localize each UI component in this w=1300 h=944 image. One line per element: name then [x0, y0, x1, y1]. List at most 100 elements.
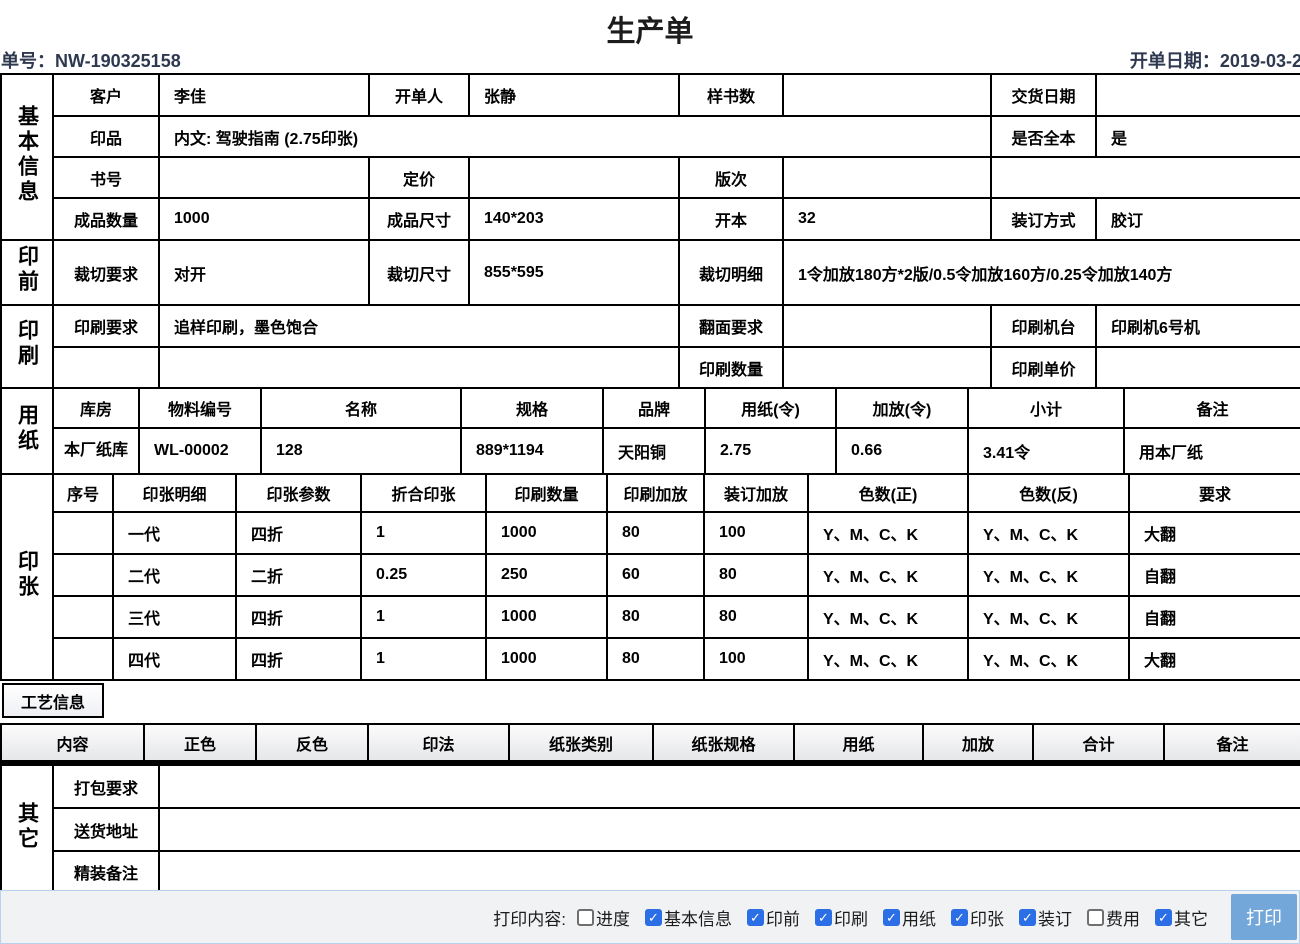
price-value [469, 157, 679, 198]
sheets-header-seq: 序号 [53, 474, 113, 512]
other-checkbox[interactable] [1155, 909, 1172, 926]
sheets-header-row: 印张 序号 印张明细 印张参数 折合印张 印刷数量 印刷加放 装订加放 色数(正… [1, 474, 1300, 512]
band-header-back-color: 反色 [256, 724, 368, 762]
sheets-table: 印张 序号 印张明细 印张参数 折合印张 印刷数量 印刷加放 装订加放 色数(正… [0, 473, 1300, 681]
sheets-checkbox[interactable] [951, 909, 968, 926]
section-print: 印刷 [1, 305, 53, 388]
sheets-r3-detail: 三代 [113, 596, 236, 638]
sheets-r1-bind-extra: 100 [704, 512, 808, 554]
band-header-note: 备注 [1164, 724, 1300, 762]
sample-count-value [783, 74, 991, 116]
format-label: 开本 [679, 198, 783, 240]
hardcover-note-label: 精装备注 [53, 851, 159, 893]
sheets-header-colors-back: 色数(反) [968, 474, 1129, 512]
sheets-r4-seq [53, 638, 113, 680]
checkbox-item-preprint[interactable]: 印前 [747, 905, 800, 930]
paper-header-spec: 规格 [461, 388, 603, 428]
preprint-checkbox[interactable] [747, 909, 764, 926]
sheets-r3-print-extra: 80 [607, 596, 704, 638]
sheets-r2-seq [53, 554, 113, 596]
paper-brand: 天阳铜 [603, 428, 705, 474]
finished-size-label: 成品尺寸 [369, 198, 469, 240]
edition-extra-cell [991, 157, 1300, 198]
other-checkbox-label: 其它 [1174, 905, 1208, 930]
delivery-address-label: 送货地址 [53, 808, 159, 851]
print-req-value: 追样印刷，墨色饱合 [159, 305, 679, 347]
section-paper: 用纸 [1, 388, 53, 474]
sheets-header-detail: 印张明细 [113, 474, 236, 512]
progress-checkbox[interactable] [577, 909, 594, 926]
paper-extra: 0.66 [836, 428, 968, 474]
band-header-paper-use: 用纸 [794, 724, 923, 762]
band-header-method: 印法 [368, 724, 509, 762]
creator-value: 张静 [469, 74, 679, 116]
section-other-label: 其它 [17, 802, 38, 852]
price-label: 定价 [369, 157, 469, 198]
checkbox-item-print[interactable]: 印刷 [815, 905, 868, 930]
print-bar: 打印内容: 进度 基本信息 印前 印刷 用纸 印张 装订 [0, 890, 1300, 944]
checkbox-item-sheets[interactable]: 印张 [951, 905, 1004, 930]
band-header-front-color: 正色 [144, 724, 256, 762]
checkbox-item-cost[interactable]: 费用 [1087, 905, 1140, 930]
checkbox-item-paper[interactable]: 用纸 [883, 905, 936, 930]
paper-header-use: 用纸(令) [705, 388, 836, 428]
fullbook-value: 是 [1096, 116, 1300, 157]
sheets-r2-colors-front: Y、M、C、K [808, 554, 968, 596]
sheets-r1-seq [53, 512, 113, 554]
sheets-r1-detail: 一代 [113, 512, 236, 554]
cut-req-label: 裁切要求 [53, 240, 159, 305]
sheets-header-bind-extra: 装订加放 [704, 474, 808, 512]
print-unit-price-value [1096, 347, 1300, 388]
checkbox-item-binding[interactable]: 装订 [1019, 905, 1072, 930]
sheets-r4-print-extra: 80 [607, 638, 704, 680]
print-checkbox-label: 印刷 [834, 905, 868, 930]
sheets-r4-detail: 四代 [113, 638, 236, 680]
print-unit-price-label: 印刷单价 [991, 347, 1096, 388]
sheets-r3-bind-extra: 80 [704, 596, 808, 638]
craft-info-box: 工艺信息 [2, 683, 104, 718]
sheets-header-colors-front: 色数(正) [808, 474, 968, 512]
paper-header-extra: 加放(令) [836, 388, 968, 428]
sheets-r3-print-qty: 1000 [486, 596, 607, 638]
customer-value: 李佳 [159, 74, 369, 116]
sheets-data-row: 三代 四折 1 1000 80 80 Y、M、C、K Y、M、C、K 自翻 [1, 596, 1300, 638]
cut-size-value: 855*595 [469, 240, 679, 305]
print-checkbox[interactable] [815, 909, 832, 926]
band-header-content: 内容 [1, 724, 144, 762]
sheets-r1-print-extra: 80 [607, 512, 704, 554]
paper-header-name: 名称 [261, 388, 461, 428]
paper-table: 用纸 库房 物料编号 名称 规格 品牌 用纸(令) 加放(令) 小计 备注 本厂… [0, 387, 1300, 475]
cost-checkbox[interactable] [1087, 909, 1104, 926]
paper-header-row: 用纸 库房 物料编号 名称 规格 品牌 用纸(令) 加放(令) 小计 备注 [1, 388, 1300, 428]
paper-header-note: 备注 [1124, 388, 1300, 428]
print-button[interactable]: 打印 [1231, 894, 1297, 940]
product-label: 印品 [53, 116, 159, 157]
sheets-r1-param: 四折 [236, 512, 361, 554]
sheets-r4-req: 大翻 [1129, 638, 1300, 680]
fullbook-label: 是否全本 [991, 116, 1096, 157]
sheets-r4-bind-extra: 100 [704, 638, 808, 680]
sheets-data-row: 四代 四折 1 1000 80 100 Y、M、C、K Y、M、C、K 大翻 [1, 638, 1300, 680]
preprint-checkbox-label: 印前 [766, 905, 800, 930]
meta-row: 单号：NW-190325158 开单日期：2019-03-25 [0, 46, 1300, 73]
paper-header-warehouse: 库房 [53, 388, 139, 428]
band-header-total: 合计 [1033, 724, 1164, 762]
binding-checkbox[interactable] [1019, 909, 1036, 926]
print-qty-label: 印刷数量 [679, 347, 783, 388]
basic-info-checkbox[interactable] [645, 909, 662, 926]
sheets-r4-param: 四折 [236, 638, 361, 680]
checkbox-item-other[interactable]: 其它 [1155, 905, 1208, 930]
checkbox-item-basic-info[interactable]: 基本信息 [645, 905, 732, 930]
band-header-row: 内容 正色 反色 印法 纸张类别 纸张规格 用纸 加放 合计 备注 [1, 724, 1300, 762]
print-req-label: 印刷要求 [53, 305, 159, 347]
sheets-r3-req: 自翻 [1129, 596, 1300, 638]
table-row: 印前 裁切要求 对开 裁切尺寸 855*595 裁切明细 1令加放180方*2版… [1, 240, 1300, 305]
sheets-r1-req: 大翻 [1129, 512, 1300, 554]
delivery-date-label: 交货日期 [991, 74, 1096, 116]
page-title: 生产单 [0, 0, 1300, 46]
paper-name: 128 [261, 428, 461, 474]
paper-checkbox[interactable] [883, 909, 900, 926]
sheets-r3-colors-front: Y、M、C、K [808, 596, 968, 638]
checkbox-item-progress[interactable]: 进度 [577, 905, 630, 930]
basic-info-checkbox-label: 基本信息 [664, 905, 732, 930]
